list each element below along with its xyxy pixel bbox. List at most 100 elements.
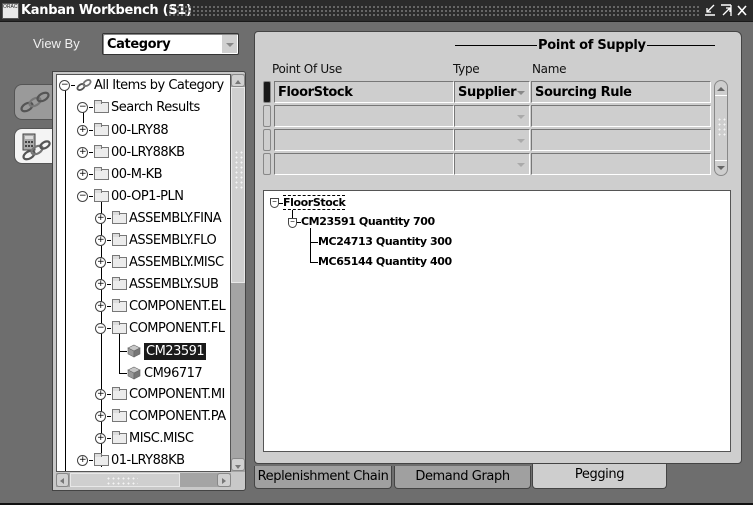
col-header-point-of-use: Point Of Use [272,62,342,76]
tree-node-00-op1-pln[interactable]: − 00-OP1-PLN [77,186,184,206]
tree-node-label: ASSEMBLY.FLO [129,232,217,248]
scroll-up-icon[interactable] [715,83,727,95]
row-selector[interactable] [263,153,271,175]
tab-replenishment-chain[interactable]: Replenishment Chain [254,466,392,489]
view-by-select[interactable]: Category [102,33,239,55]
row-selector-active[interactable] [263,81,271,103]
tree-node-component-mi[interactable]: + COMPONENT.MI [95,384,225,404]
scroll-up-icon[interactable] [231,74,245,87]
tree-node-assembly-sub[interactable]: + ASSEMBLY.SUB [95,274,219,294]
point-of-supply-header: Point of Supply [537,38,647,53]
side-tab-kanban-calculator[interactable] [14,128,54,164]
tree-vertical-scrollbar[interactable] [231,74,245,472]
item-cube-icon [127,344,141,358]
collapse-icon[interactable]: − [77,101,88,113]
collapse-icon[interactable]: − [270,198,279,208]
expand-icon[interactable]: + [77,454,88,466]
tree-node-search-results[interactable]: − Search Results [77,97,200,117]
expand-icon[interactable]: + [95,300,106,312]
collapse-icon[interactable]: − [77,190,88,202]
window-title: Kanban Workbench (S1) [21,3,192,18]
close-icon[interactable] [735,3,749,19]
collapse-icon[interactable]: − [59,79,70,91]
chain-icon [76,79,92,91]
chevron-down-icon[interactable] [222,35,237,53]
chevron-down-icon[interactable] [517,163,525,167]
tree-node-00-m-kb[interactable]: + 00-M-KB [77,164,163,184]
row-selector[interactable] [263,105,271,127]
folder-icon [112,210,127,224]
tree-connector [65,89,66,471]
expand-icon[interactable]: + [77,124,88,136]
tree-node-assembly-flo[interactable]: + ASSEMBLY.FLO [95,230,217,250]
peg-node-mc65144[interactable]: MC65144 Quantity 400 [318,255,452,268]
tree-node-00-lry88kb[interactable]: + 00-LRY88KB [77,142,185,162]
side-tab-chain[interactable] [14,84,54,120]
tab-pegging[interactable]: Pegging [532,464,667,489]
point-of-use-cell[interactable] [274,129,454,151]
tree-node-label: COMPONENT.EL [129,298,226,314]
expand-icon[interactable]: + [77,168,88,180]
chevron-down-icon[interactable] [517,139,525,143]
folder-icon [94,452,109,466]
item-tree[interactable]: − All Items by Category − Search Results… [56,74,231,472]
collapse-icon[interactable]: − [288,218,297,228]
tab-demand-graph[interactable]: Demand Graph [394,466,531,489]
scroll-down-icon[interactable] [231,458,245,471]
expand-icon[interactable]: + [95,212,106,224]
expand-icon[interactable]: + [95,432,106,444]
tree-scroll-thumb[interactable] [231,87,245,283]
expand-icon[interactable]: + [95,278,106,290]
point-of-use-cell[interactable]: FloorStock [274,81,454,103]
peg-node-cm23591[interactable]: CM23591 Quantity 700 [301,215,435,228]
point-of-use-cell[interactable] [274,105,454,127]
chevron-down-icon[interactable] [517,115,525,119]
pegging-tree[interactable]: − FloorStock − CM23591 Quantity 700 MC24… [263,190,731,452]
peg-node-floorstock[interactable]: FloorStock [283,195,346,210]
expand-icon[interactable]: + [95,388,106,400]
tree-node-all-items[interactable]: − All Items by Category [59,75,224,95]
maximize-icon[interactable] [719,3,733,19]
scroll-left-icon[interactable] [56,473,69,487]
type-select[interactable]: Supplier [454,81,530,103]
supply-name-cell[interactable]: Sourcing Rule [531,81,711,103]
expand-icon[interactable]: + [95,410,106,422]
chevron-down-icon[interactable] [517,91,525,95]
type-select[interactable] [454,129,530,151]
type-select[interactable] [454,105,530,127]
col-header-type: Type [453,62,480,76]
row-selector[interactable] [263,129,271,151]
tree-node-component-fl[interactable]: − COMPONENT.FL [95,318,225,338]
tree-node-cm96717[interactable]: CM96717 [127,363,203,383]
tree-node-component-pa[interactable]: + COMPONENT.PA [95,406,226,426]
tree-node-label: MISC.MISC [129,430,194,446]
peg-node-mc24713[interactable]: MC24713 Quantity 300 [318,235,452,248]
tree-node-assembly-fina[interactable]: + ASSEMBLY.FINA [95,208,222,228]
tree-node-assembly-misc[interactable]: + ASSEMBLY.MISC [95,252,224,272]
expand-icon[interactable]: + [95,256,106,268]
scroll-right-icon[interactable] [217,473,231,487]
tree-node-cm23591[interactable]: CM23591 [127,341,207,361]
title-bar-grip[interactable] [168,5,701,16]
collapse-icon[interactable]: − [95,322,106,334]
supply-name-cell[interactable] [531,105,711,127]
supply-name-cell[interactable] [531,129,711,151]
tree-node-component-el[interactable]: + COMPONENT.EL [95,296,226,316]
tree-node-01-lry88kb[interactable]: + 01-LRY88KB [77,450,185,470]
point-of-use-cell[interactable] [274,153,454,175]
grid-vertical-scrollbar[interactable] [714,80,728,176]
folder-icon [112,386,127,400]
tree-connector [119,351,127,352]
tree-hscroll-thumb[interactable] [70,473,180,487]
folder-icon [112,408,127,422]
tree-node-label: 00-OP1-PLN [111,188,184,204]
expand-icon[interactable]: + [95,234,106,246]
minimize-icon[interactable] [703,3,717,19]
expand-icon[interactable]: + [77,146,88,158]
supply-name-cell[interactable] [531,153,711,175]
type-select[interactable] [454,153,530,175]
tree-horizontal-scrollbar[interactable] [56,473,231,487]
tree-node-misc-misc[interactable]: + MISC.MISC [95,428,194,448]
scroll-down-icon[interactable] [715,162,727,174]
tree-node-00-lry88[interactable]: + 00-LRY88 [77,120,169,140]
